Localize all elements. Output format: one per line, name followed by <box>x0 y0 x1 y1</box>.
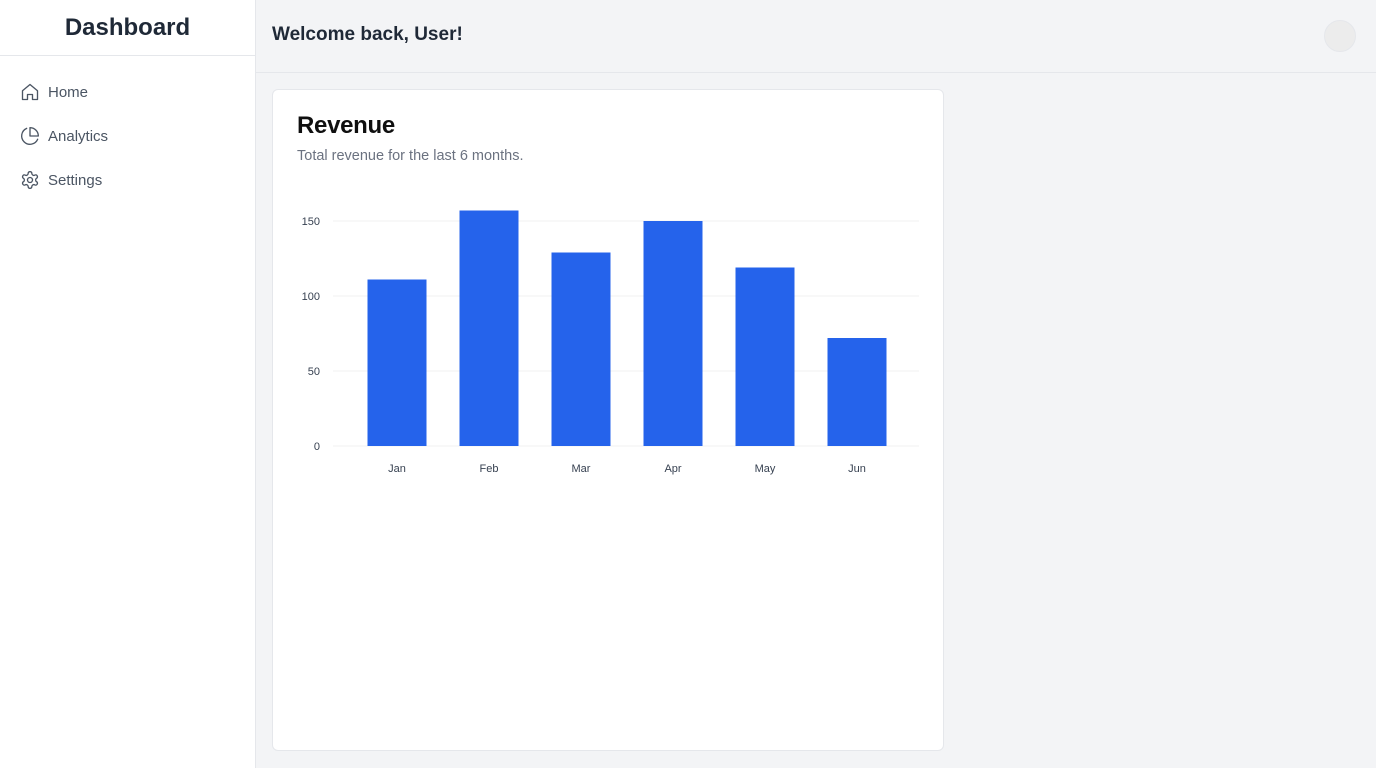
x-tick-label: Apr <box>664 463 681 475</box>
y-tick-label: 150 <box>302 216 320 228</box>
x-tick-label: May <box>755 463 776 475</box>
sidebar-item-home[interactable]: Home <box>0 70 255 114</box>
top-bar: Welcome back, User! <box>256 0 1376 73</box>
main-area: Welcome back, User! Revenue Total revenu… <box>256 0 1376 768</box>
sidebar-item-label: Home <box>48 83 89 101</box>
card-subtitle: Total revenue for the last 6 months. <box>297 148 524 164</box>
x-tick-label: Jun <box>848 463 866 475</box>
home-icon <box>20 82 40 102</box>
avatar[interactable] <box>1324 19 1356 52</box>
bar-apr[interactable] <box>643 221 703 446</box>
sidebar-item-label: Analytics <box>48 127 109 145</box>
x-tick-label: Feb <box>480 463 499 475</box>
card-title: Revenue <box>297 112 395 139</box>
pie-chart-icon <box>20 126 40 146</box>
bar-mar[interactable] <box>551 252 611 447</box>
sidebar-item-label: Settings <box>48 171 103 189</box>
bar-feb[interactable] <box>459 210 519 447</box>
revenue-bar-chart: 0 50 100 150 Jan Feb Mar Apr May Jun <box>302 210 919 475</box>
x-tick-label: Jan <box>388 463 406 475</box>
content: Revenue Total revenue for the last 6 mon… <box>256 73 1376 767</box>
app-root: Dashboard Home Analytics Settings Welcom… <box>0 0 1376 768</box>
y-tick-label: 100 <box>302 291 320 303</box>
brand-title: Dashboard <box>0 0 255 56</box>
sidebar-item-analytics[interactable]: Analytics <box>0 114 255 158</box>
gear-icon <box>20 170 40 190</box>
bar-jan[interactable] <box>367 279 427 447</box>
sidebar-item-settings[interactable]: Settings <box>0 158 255 202</box>
welcome-heading: Welcome back, User! <box>272 24 463 45</box>
revenue-card: Revenue Total revenue for the last 6 mon… <box>272 89 944 751</box>
bar-may[interactable] <box>735 267 795 447</box>
sidebar: Dashboard Home Analytics Settings <box>0 0 256 768</box>
bar-jun[interactable] <box>827 338 887 446</box>
y-tick-label: 0 <box>314 441 320 453</box>
sidebar-nav: Home Analytics Settings <box>0 56 255 202</box>
x-tick-label: Mar <box>572 463 591 475</box>
chart-container: 0 50 100 150 Jan Feb Mar Apr May Jun <box>297 194 919 499</box>
y-tick-label: 50 <box>308 366 320 378</box>
